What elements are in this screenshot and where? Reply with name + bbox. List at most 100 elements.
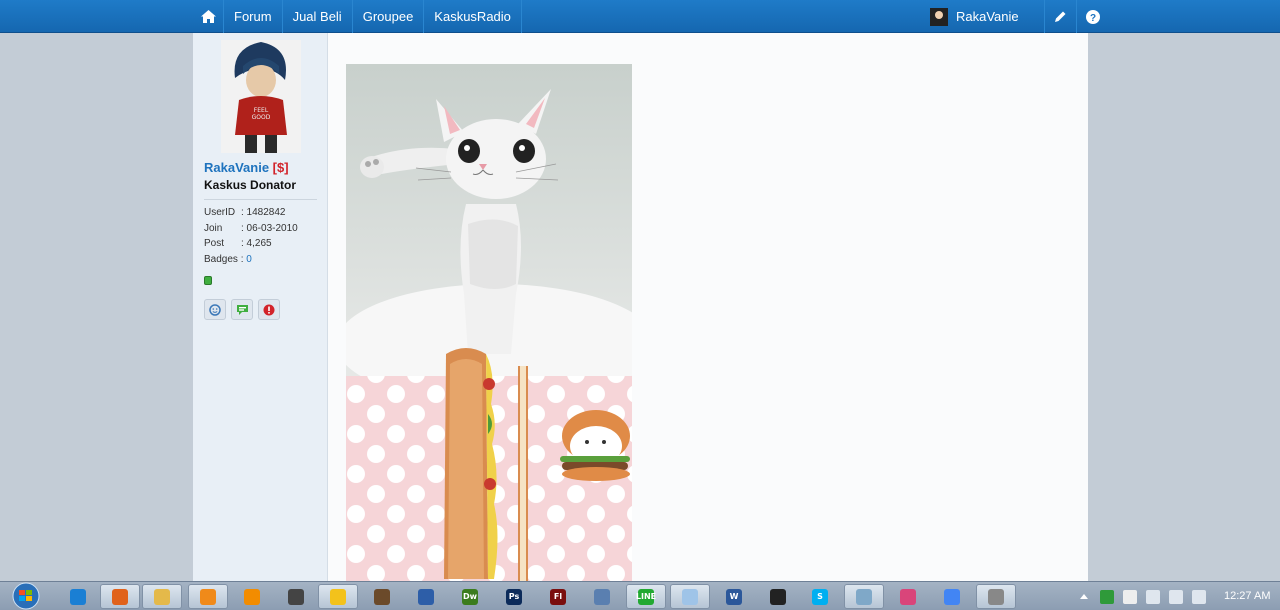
taskbar-file-explorer-button[interactable]	[142, 584, 182, 609]
profile-username-text[interactable]: RakaVanie	[204, 160, 269, 175]
firefox-icon	[112, 588, 128, 605]
mw-app-icon	[770, 588, 786, 605]
word-icon: W	[726, 588, 742, 605]
taskbar-line-button[interactable]: LINE	[626, 584, 666, 609]
utility-icon	[856, 588, 872, 605]
taskbar-internet-explorer-button[interactable]	[58, 584, 98, 609]
taskbar-video-editor-button[interactable]	[362, 584, 402, 609]
edit-button[interactable]	[1044, 0, 1076, 33]
file-explorer-icon	[154, 588, 170, 605]
windows-taskbar: Dw Ps Fl LINE W S 12:27 AM	[0, 581, 1280, 610]
taskbar-active-app-button[interactable]	[976, 584, 1016, 609]
taskbar-paint-button[interactable]	[582, 584, 622, 609]
video-editor-icon	[374, 588, 390, 605]
user-menu: RakaVanie ?	[924, 0, 1108, 33]
active-app-icon	[988, 588, 1004, 605]
taskbar-flash-button[interactable]: Fl	[538, 584, 578, 609]
tray-app-icon[interactable]	[1100, 589, 1114, 604]
pencil-icon	[1055, 11, 1066, 22]
system-tray	[1080, 582, 1215, 610]
cat-sandwich-image	[346, 64, 632, 581]
line-icon: LINE	[636, 588, 656, 605]
help-icon: ?	[1085, 9, 1100, 24]
taskbar-utility-button[interactable]	[844, 584, 884, 609]
stat-label: Join	[204, 222, 223, 234]
taskbar-dreamweaver-button[interactable]: Dw	[450, 584, 490, 609]
home-icon	[200, 10, 216, 23]
avatar-image: FEEL GOOD	[221, 40, 301, 153]
help-button[interactable]: ?	[1076, 0, 1108, 33]
top-navigation-bar: Forum Jual Beli Groupee KaskusRadio Raka…	[0, 0, 1280, 33]
network-icon[interactable]	[1123, 589, 1137, 604]
taskbar-media-center-button[interactable]	[276, 584, 316, 609]
chrome-icon	[944, 588, 960, 605]
stat-label: Badges :	[204, 253, 244, 265]
flash-icon: Fl	[550, 588, 566, 605]
user-name-link[interactable]: RakaVanie	[956, 9, 1044, 24]
online-status-indicator	[204, 276, 212, 285]
taskbar-skype-button[interactable]: S	[800, 584, 840, 609]
stat-badges: Badges : 0	[204, 254, 298, 270]
svg-text:FEEL: FEEL	[254, 107, 269, 114]
nav-groupee[interactable]: Groupee	[353, 0, 425, 33]
yahoo-messenger-icon	[330, 588, 346, 605]
media-center-icon	[288, 588, 304, 605]
taskbar-vlc-button[interactable]	[232, 584, 272, 609]
stat-join: Join : 06-03-2010	[204, 223, 298, 239]
volume-icon[interactable]	[1169, 589, 1183, 604]
profile-actions	[204, 299, 280, 320]
windows-logo-icon	[12, 582, 40, 610]
taskbar-photoshop-button[interactable]: Ps	[494, 584, 534, 609]
taskbar-yahoo-messenger-button[interactable]	[318, 584, 358, 609]
main-nav: Forum Jual Beli Groupee KaskusRadio	[193, 0, 522, 33]
action-center-icon[interactable]	[1146, 589, 1160, 604]
alert-icon	[263, 304, 275, 315]
taskbar-word-button[interactable]: W	[714, 584, 754, 609]
view-profile-button[interactable]	[204, 299, 226, 320]
paint-icon	[594, 588, 610, 605]
stat-label: UserID	[204, 207, 236, 218]
power-icon[interactable]	[1192, 589, 1206, 604]
taskbar-media-player-button[interactable]	[188, 584, 228, 609]
smiley-icon	[209, 303, 221, 316]
dreamweaver-icon: Dw	[462, 588, 478, 605]
stat-userid: UserID : 1482842	[204, 207, 298, 223]
report-button[interactable]	[258, 299, 280, 320]
nav-jual-beli[interactable]: Jual Beli	[283, 0, 353, 33]
profile-avatar[interactable]: FEEL GOOD	[221, 40, 301, 153]
nav-forum[interactable]: Forum	[224, 0, 283, 33]
user-avatar[interactable]	[930, 7, 948, 26]
itunes-icon	[900, 588, 916, 605]
internet-explorer-icon	[70, 588, 86, 605]
stat-value: : 4,265	[241, 238, 272, 249]
taskbar-notepad-button[interactable]	[670, 584, 710, 609]
home-button[interactable]	[193, 0, 224, 33]
taskbar-chrome-button[interactable]	[932, 584, 972, 609]
skype-icon: S	[812, 588, 828, 605]
stat-value: : 06-03-2010	[241, 222, 298, 234]
taskbar-network-app-button[interactable]	[406, 584, 446, 609]
stat-post: Post : 4,265	[204, 238, 298, 254]
tray-expand-icon[interactable]	[1080, 593, 1088, 601]
post-container: FEEL GOOD RakaVanie [$] Kaskus Donator U…	[193, 33, 1088, 581]
svg-text:GOOD: GOOD	[252, 114, 271, 121]
stat-value: : 1482842	[241, 207, 286, 218]
taskbar-itunes-button[interactable]	[888, 584, 928, 609]
taskbar-mw-app-button[interactable]	[758, 584, 798, 609]
user-rank: Kaskus Donator	[204, 178, 297, 192]
chat-icon	[236, 304, 248, 315]
start-button[interactable]	[8, 582, 42, 610]
send-message-button[interactable]	[231, 299, 253, 320]
svg-text:?: ?	[1089, 13, 1095, 24]
taskbar-firefox-button[interactable]	[100, 584, 140, 609]
stat-label: Post	[204, 238, 225, 249]
nav-kaskusradio[interactable]: KaskusRadio	[424, 0, 522, 33]
badges-count-link[interactable]: 0	[246, 254, 252, 270]
vlc-icon	[244, 588, 260, 605]
taskbar-clock[interactable]: 12:27 AM	[1224, 590, 1270, 602]
burger-sticker	[560, 410, 630, 481]
profile-username[interactable]: RakaVanie [$]	[204, 160, 289, 175]
post-image	[346, 64, 632, 581]
donor-tag: [$]	[272, 160, 289, 175]
media-player-icon	[200, 588, 216, 605]
